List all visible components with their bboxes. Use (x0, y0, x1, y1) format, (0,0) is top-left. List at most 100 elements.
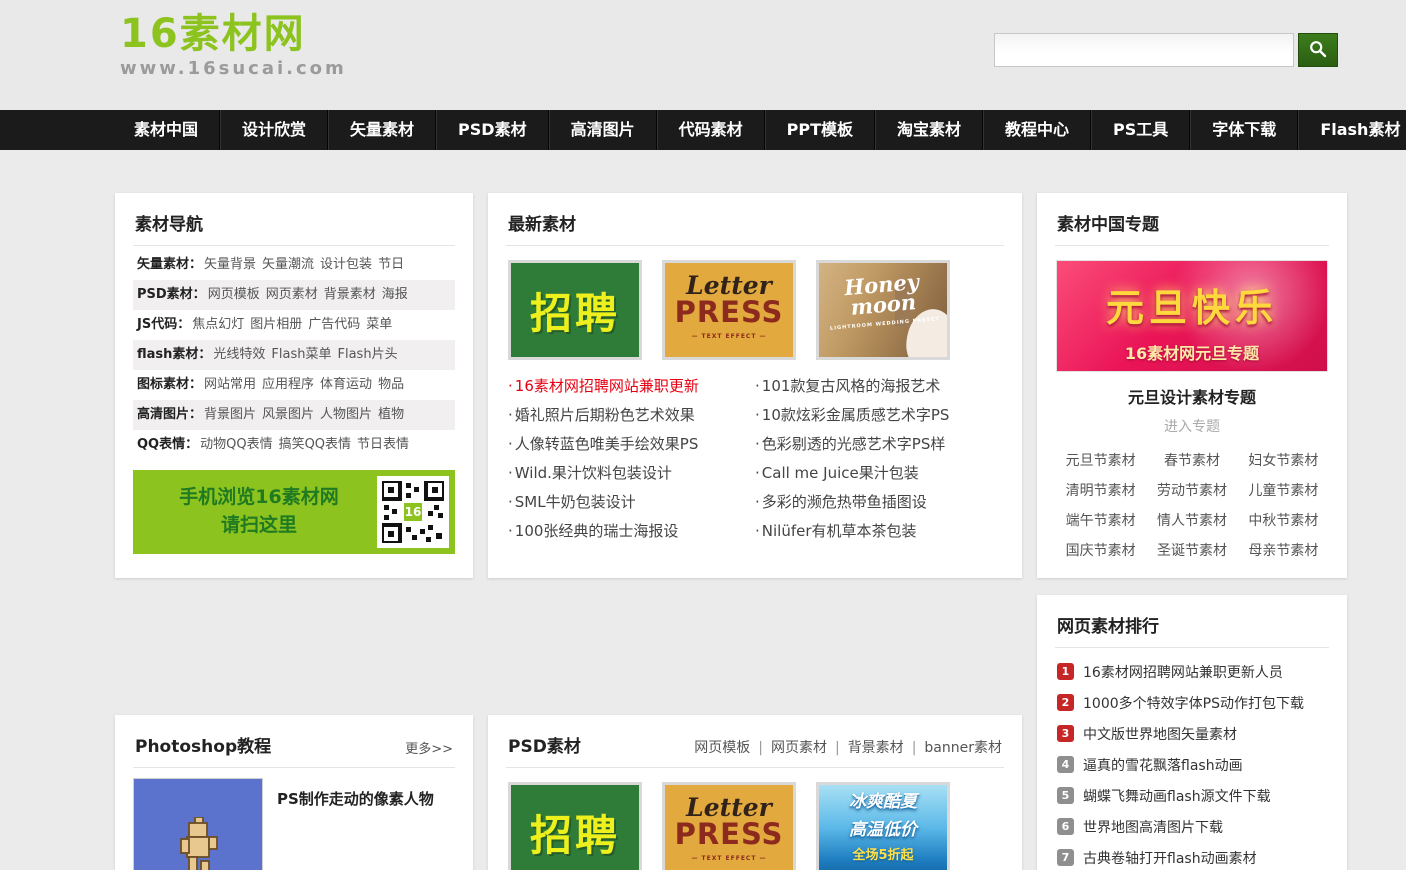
thumbnail-letterpress[interactable]: LetterPRESS— TEXT EFFECT — (662, 260, 796, 360)
tutorial-title-link[interactable]: PS制作走动的像素人物 (277, 788, 434, 870)
holiday-link[interactable]: 儿童节素材 (1238, 476, 1329, 506)
tutorial-thumbnail[interactable] (133, 778, 263, 870)
topic-banner[interactable]: 元旦快乐 16素材网元旦专题 (1056, 260, 1328, 372)
news-link[interactable]: Wild.果汁饮料包装设计 (508, 459, 755, 488)
category-link[interactable]: Flash菜单 (271, 347, 331, 362)
topic-caption[interactable]: 元旦设计素材专题 (1055, 384, 1329, 408)
holiday-link[interactable]: 情人节素材 (1146, 506, 1237, 536)
category-label[interactable]: 图标素材： (137, 377, 202, 392)
category-link[interactable]: 背景素材 (324, 287, 376, 302)
ranking-item[interactable]: 21000多个特效字体PS动作打包下载 (1057, 687, 1327, 718)
category-link[interactable]: 焦点幻灯 (192, 317, 244, 332)
category-link[interactable]: 植物 (378, 407, 404, 422)
holiday-link[interactable]: 中秋节素材 (1238, 506, 1329, 536)
holiday-link[interactable]: 春节素材 (1146, 446, 1237, 476)
qr-banner[interactable]: 手机浏览16素材网 请扫这里 (133, 470, 455, 554)
news-link[interactable]: 10款炫彩金属质感艺术字PS (755, 401, 1002, 430)
category-link[interactable]: Flash片头 (338, 347, 398, 362)
news-link[interactable]: 色彩剔透的光感艺术字PS样 (755, 430, 1002, 459)
nav-item[interactable]: 代码素材 (657, 110, 765, 150)
enter-topic-link[interactable]: 进入专题 (1055, 416, 1329, 436)
nav-item[interactable]: PPT模板 (765, 110, 875, 150)
psd-tab[interactable]: banner素材 (904, 740, 1002, 756)
thumbnail-summer[interactable]: 冰爽酷夏高温低价全场5折起 (816, 782, 950, 870)
nav-item[interactable]: PS工具 (1091, 110, 1190, 150)
thumbnail-zhaopin[interactable]: 招聘 (508, 782, 642, 870)
category-label[interactable]: flash素材： (137, 347, 211, 362)
category-link[interactable]: 节日 (378, 257, 404, 272)
category-label[interactable]: 高清图片： (137, 407, 202, 422)
ranking-item[interactable]: 7古典卷轴打开flash动画素材 (1057, 842, 1327, 870)
category-link[interactable]: 网页素材 (266, 287, 318, 302)
holiday-link[interactable]: 母亲节素材 (1238, 536, 1329, 566)
nav-item[interactable]: PSD素材 (436, 110, 549, 150)
thumbnail-letterpress[interactable]: LetterPRESS— TEXT EFFECT — (662, 782, 796, 870)
thumbnail-zhaopin[interactable]: 招聘 (508, 260, 642, 360)
more-link[interactable]: 更多>> (405, 738, 453, 757)
category-link[interactable]: 风景图片 (262, 407, 314, 422)
news-link[interactable]: SML牛奶包装设计 (508, 488, 755, 517)
middle-column: 最新素材 招聘LetterPRESS— TEXT EFFECT —Honeymo… (488, 193, 1022, 870)
nav-item[interactable]: 淘宝素材 (875, 110, 983, 150)
category-link[interactable]: 矢量潮流 (262, 257, 314, 272)
holiday-link[interactable]: 端午节素材 (1055, 506, 1146, 536)
holiday-link[interactable]: 元旦节素材 (1055, 446, 1146, 476)
news-link[interactable]: 人像转蓝色唯美手绘效果PS (508, 430, 755, 459)
news-link[interactable]: Nilüfer有机草本茶包装 (755, 517, 1002, 546)
news-link[interactable]: 婚礼照片后期粉色艺术效果 (508, 401, 755, 430)
news-link[interactable]: 101款复古风格的海报艺术 (755, 372, 1002, 401)
ranking-item[interactable]: 4逼真的雪花飘落flash动画 (1057, 749, 1327, 780)
material-nav-row: 图标素材：网站常用应用程序体育运动物品 (133, 370, 455, 400)
category-link[interactable]: 海报 (382, 287, 408, 302)
category-link[interactable]: 网页模板 (208, 287, 260, 302)
search-button[interactable] (1298, 33, 1338, 67)
news-link[interactable]: 多彩的濒危热带鱼插图设 (755, 488, 1002, 517)
nav-item[interactable]: 设计欣赏 (220, 110, 328, 150)
nav-item[interactable]: Flash素材 (1298, 110, 1406, 150)
category-label[interactable]: QQ表情： (137, 437, 198, 452)
category-label[interactable]: 矢量素材： (137, 257, 202, 272)
holiday-link[interactable]: 国庆节素材 (1055, 536, 1146, 566)
ranking-item[interactable]: 6世界地图高清图片下载 (1057, 811, 1327, 842)
holiday-link[interactable]: 清明节素材 (1055, 476, 1146, 506)
category-link[interactable]: 矢量背景 (204, 257, 256, 272)
psd-tab[interactable]: 网页模板 (694, 740, 750, 756)
holiday-link[interactable]: 劳动节素材 (1146, 476, 1237, 506)
category-link[interactable]: 人物图片 (320, 407, 372, 422)
site-logo[interactable]: 16素材网 www.16sucai.com (120, 12, 347, 79)
psd-tab[interactable]: 网页素材 (750, 740, 827, 756)
category-link[interactable]: 动物QQ表情 (200, 437, 272, 452)
category-link[interactable]: 节日表情 (357, 437, 409, 452)
latest-thumbnails: 招聘LetterPRESS— TEXT EFFECT —HoneymoonLIG… (506, 246, 1004, 364)
category-link[interactable]: 网站常用 (204, 377, 256, 392)
category-label[interactable]: JS代码： (137, 317, 190, 332)
news-link[interactable]: 16素材网招聘网站兼职更新 (508, 372, 755, 401)
category-link[interactable]: 应用程序 (262, 377, 314, 392)
category-link[interactable]: 图片相册 (250, 317, 302, 332)
news-link[interactable]: 100张经典的瑞士海报设 (508, 517, 755, 546)
holiday-link[interactable]: 妇女节素材 (1238, 446, 1329, 476)
category-link[interactable]: 体育运动 (320, 377, 372, 392)
category-link[interactable]: 光线特效 (213, 347, 265, 362)
nav-item[interactable]: 素材中国 (113, 110, 220, 150)
search-input[interactable] (994, 33, 1294, 67)
category-label[interactable]: PSD素材： (137, 287, 206, 302)
psd-tab[interactable]: 背景素材 (827, 740, 904, 756)
news-link[interactable]: Call me Juice果汁包装 (755, 459, 1002, 488)
category-link[interactable]: 背景图片 (204, 407, 256, 422)
ranking-item[interactable]: 5蝴蝶飞舞动画flash源文件下载 (1057, 780, 1327, 811)
nav-item[interactable]: 教程中心 (983, 110, 1091, 150)
ranking-item[interactable]: 116素材网招聘网站兼职更新人员 (1057, 656, 1327, 687)
category-link[interactable]: 物品 (378, 377, 404, 392)
nav-item[interactable]: 字体下载 (1190, 110, 1298, 150)
nav-item[interactable]: 矢量素材 (328, 110, 436, 150)
category-link[interactable]: 搞笑QQ表情 (279, 437, 351, 452)
category-link[interactable]: 菜单 (366, 317, 392, 332)
ranking-item[interactable]: 3中文版世界地图矢量素材 (1057, 718, 1327, 749)
nav-item[interactable]: 高清图片 (549, 110, 657, 150)
category-link[interactable]: 广告代码 (308, 317, 360, 332)
pixel-man-icon (171, 817, 225, 870)
thumbnail-honeymoon[interactable]: HoneymoonLIGHTROOM WEDDING PRESET (816, 260, 950, 360)
holiday-link[interactable]: 圣诞节素材 (1146, 536, 1237, 566)
category-link[interactable]: 设计包装 (320, 257, 372, 272)
